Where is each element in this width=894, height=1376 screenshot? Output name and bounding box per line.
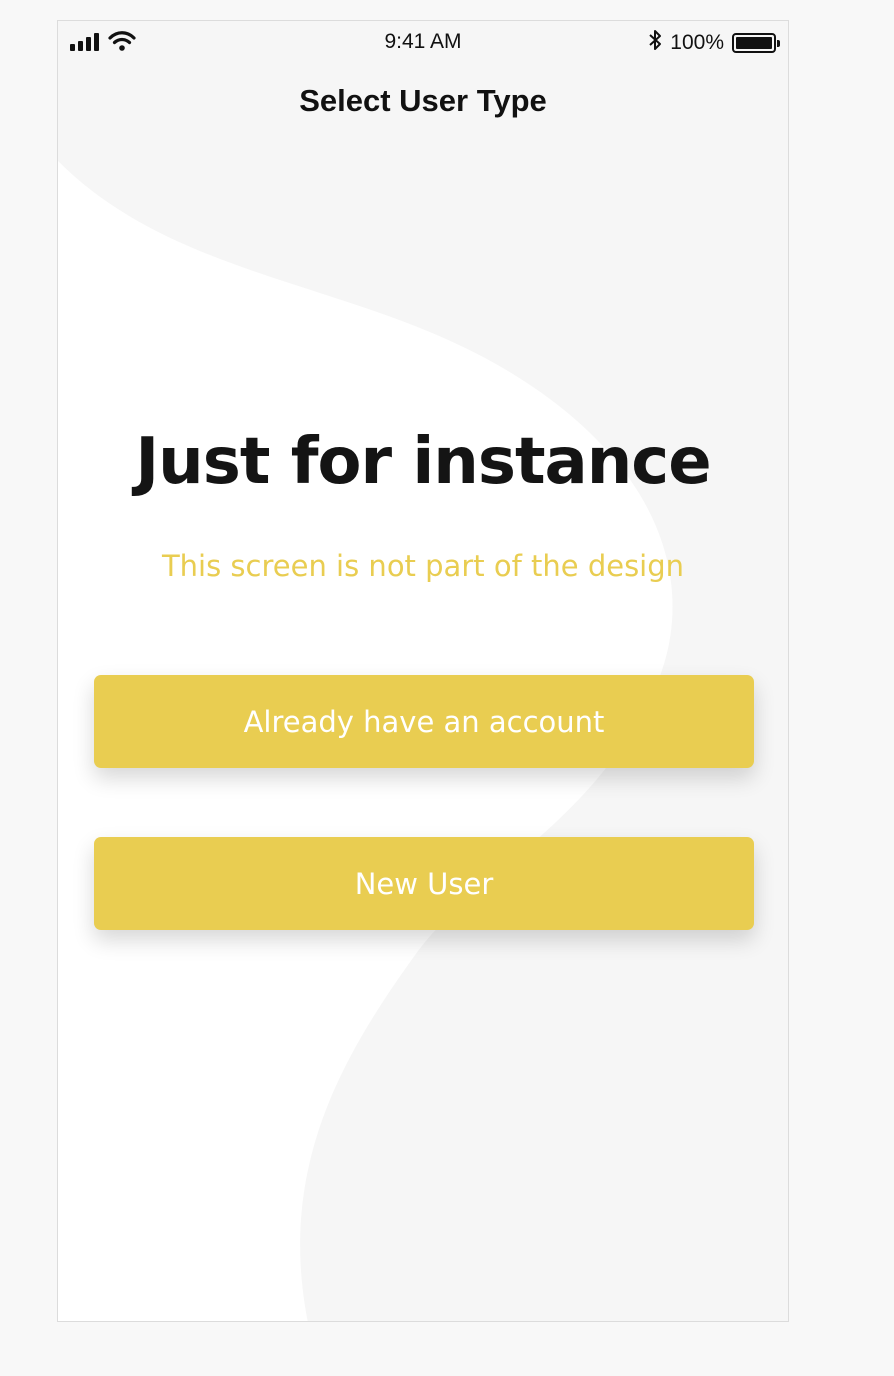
page-title: Select User Type: [299, 83, 547, 118]
subtitle: This screen is not part of the design: [161, 549, 685, 583]
bluetooth-icon: [648, 29, 662, 57]
background-wave-shape: [58, 161, 673, 1321]
battery-percentage: 100%: [670, 31, 724, 54]
battery-icon: [732, 33, 780, 53]
phone-screen: 9:41 AM 100% Select User Type Just for i…: [57, 20, 789, 1322]
already-have-account-button[interactable]: Already have an account: [94, 675, 754, 768]
status-bar: 9:41 AM 100%: [58, 21, 788, 65]
headline: Just for instance: [135, 425, 711, 499]
new-user-button[interactable]: New User: [94, 837, 754, 930]
status-right-group: 100%: [648, 29, 780, 57]
